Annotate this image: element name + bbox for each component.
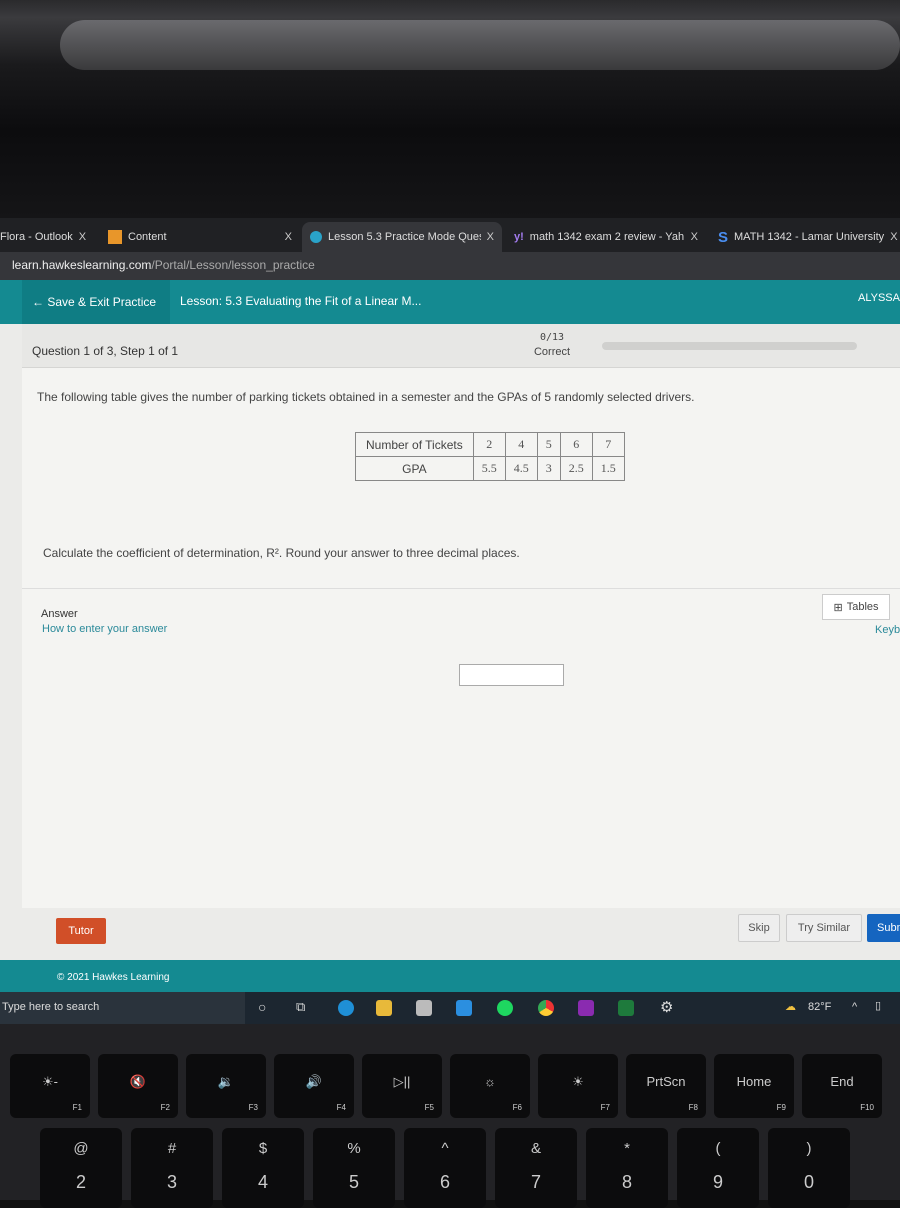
onenote-icon[interactable] xyxy=(578,1000,594,1016)
lamar-icon: S xyxy=(718,228,729,246)
laptop-keyboard: ☀- F1 🔇 F2 🔉 F3 🔊 F4 ▷|| F5 ☼ F6 ☀ F7 PrtScn F8 Home F9 En… xyxy=(0,1024,900,1208)
store-icon[interactable] xyxy=(416,1000,432,1016)
key-f10[interactable]: End F10 xyxy=(802,1054,882,1118)
key-f7[interactable]: ☀ F7 xyxy=(538,1054,618,1118)
key-f4[interactable]: 🔊 F4 xyxy=(274,1054,354,1118)
close-icon[interactable]: X xyxy=(890,231,897,243)
question-bar: Question 1 of 3, Step 1 of 1 0/13 Correct xyxy=(22,324,900,368)
key-f2[interactable]: 🔇 F2 xyxy=(98,1054,178,1118)
footer: © 2021 Hawkes Learning xyxy=(0,960,900,992)
edge-icon[interactable] xyxy=(338,1000,354,1016)
yahoo-icon: y! xyxy=(514,231,524,243)
table-row: Number of Tickets 2 4 5 6 7 xyxy=(355,432,625,457)
mail-icon[interactable] xyxy=(456,1000,472,1016)
question-position: Question 1 of 3, Step 1 of 1 xyxy=(32,344,179,358)
user-name[interactable]: ALYSSA xyxy=(858,292,900,304)
score: 0/13 Correct xyxy=(533,332,571,358)
close-icon[interactable]: X xyxy=(285,231,292,243)
key-4[interactable]: $4 xyxy=(222,1128,304,1208)
tab-lesson[interactable]: Lesson 5.3 Practice Mode Quest X xyxy=(302,222,502,252)
tutor-button[interactable]: Tutor xyxy=(56,918,106,944)
key-7[interactable]: & 7 xyxy=(495,1128,577,1208)
key-3[interactable]: #3 xyxy=(131,1128,213,1208)
arrow-left-icon: ← xyxy=(32,295,48,309)
taskbar-search[interactable]: Type here to search xyxy=(0,992,245,1024)
chevron-up-icon[interactable]: ^ xyxy=(852,1001,857,1013)
lesson-header: ← Save & Exit Practice Lesson: 5.3 Evalu… xyxy=(0,280,900,324)
task-view-icon[interactable]: ⧉ xyxy=(296,999,305,1015)
question-prompt: The following table gives the number of … xyxy=(37,390,695,404)
copyright: © 2021 Hawkes Learning xyxy=(57,972,170,983)
key-f9[interactable]: Home F9 xyxy=(714,1054,794,1118)
file-explorer-icon[interactable] xyxy=(376,1000,392,1016)
key-f6[interactable]: ☼ F6 xyxy=(450,1054,530,1118)
key-2[interactable]: @2 xyxy=(40,1128,122,1208)
key-8[interactable]: * 8 xyxy=(586,1128,668,1208)
data-table: Number of Tickets 2 4 5 6 7 GPA 5.5 4.5 3 2.5 1.5 xyxy=(355,432,625,481)
table-row: GPA 5.5 4.5 3 2.5 1.5 xyxy=(355,456,625,481)
tables-button[interactable]: ⊞ Tables xyxy=(822,594,890,620)
browser-tab-bar: Flora - Outlook X Content X Lesson 5.3 Pra… xyxy=(0,218,900,252)
progress-bar xyxy=(602,342,857,350)
close-icon[interactable]: X xyxy=(691,231,698,243)
skip-button[interactable]: Skip xyxy=(738,914,780,942)
key-f3[interactable]: 🔉 F3 xyxy=(186,1054,266,1118)
divider xyxy=(22,588,900,589)
cortana-icon[interactable]: ○ xyxy=(258,999,266,1015)
key-f5[interactable]: ▷|| F5 xyxy=(362,1054,442,1118)
tab-outlook[interactable]: Flora - Outlook X xyxy=(0,222,96,252)
tab-yahoo[interactable]: y! math 1342 exam 2 review - Yah X xyxy=(506,222,706,252)
answer-label: Answer xyxy=(41,608,78,620)
table-icon: ⊞ xyxy=(833,601,843,614)
tab-lamar[interactable]: S MATH 1342 - Lamar University X xyxy=(710,222,900,252)
try-similar-button[interactable]: Try Similar xyxy=(786,914,862,942)
weather-icon: ☁ xyxy=(785,1001,796,1013)
spotify-icon[interactable] xyxy=(497,1000,513,1016)
network-icon[interactable]: ▯ xyxy=(875,999,881,1012)
key-0[interactable]: ) 0 xyxy=(768,1128,850,1208)
key-9[interactable]: (9 xyxy=(677,1128,759,1208)
close-icon[interactable]: X xyxy=(487,231,494,243)
question-content: The following table gives the number of … xyxy=(22,368,900,908)
content-icon xyxy=(108,230,122,244)
tab-content[interactable]: Content X xyxy=(100,222,300,252)
taskbar: Type here to search ○ ⧉ ⚙ ☁ 82°F ^ ▯ xyxy=(0,992,900,1024)
key-f8[interactable]: PrtScn F8 xyxy=(626,1054,706,1118)
keypad-link[interactable]: Keyb xyxy=(875,624,900,636)
close-icon[interactable]: X xyxy=(79,231,86,243)
key-6[interactable]: ^ 6 xyxy=(404,1128,486,1208)
key-f1[interactable]: ☀- F1 xyxy=(10,1054,90,1118)
instruction: Calculate the coefficient of determinati… xyxy=(43,546,520,560)
weather-temp[interactable]: 82°F xyxy=(808,1001,831,1013)
lesson-title: Lesson: 5.3 Evaluating the Fit of a Line… xyxy=(180,294,422,308)
save-exit-button[interactable]: ← Save & Exit Practice xyxy=(22,280,170,324)
address-bar[interactable]: learn.hawkeslearning.com/Portal/Lesson/l… xyxy=(0,252,900,280)
key-5[interactable]: % 5 xyxy=(313,1128,395,1208)
excel-icon[interactable] xyxy=(618,1000,634,1016)
laptop-bezel xyxy=(0,0,900,218)
answer-input[interactable] xyxy=(459,664,564,686)
settings-icon[interactable]: ⚙ xyxy=(660,998,673,1016)
chrome-icon[interactable] xyxy=(538,1000,554,1016)
edge-icon xyxy=(310,231,322,243)
how-to-link[interactable]: How to enter your answer xyxy=(42,623,167,635)
submit-button[interactable]: Subm xyxy=(867,914,900,942)
